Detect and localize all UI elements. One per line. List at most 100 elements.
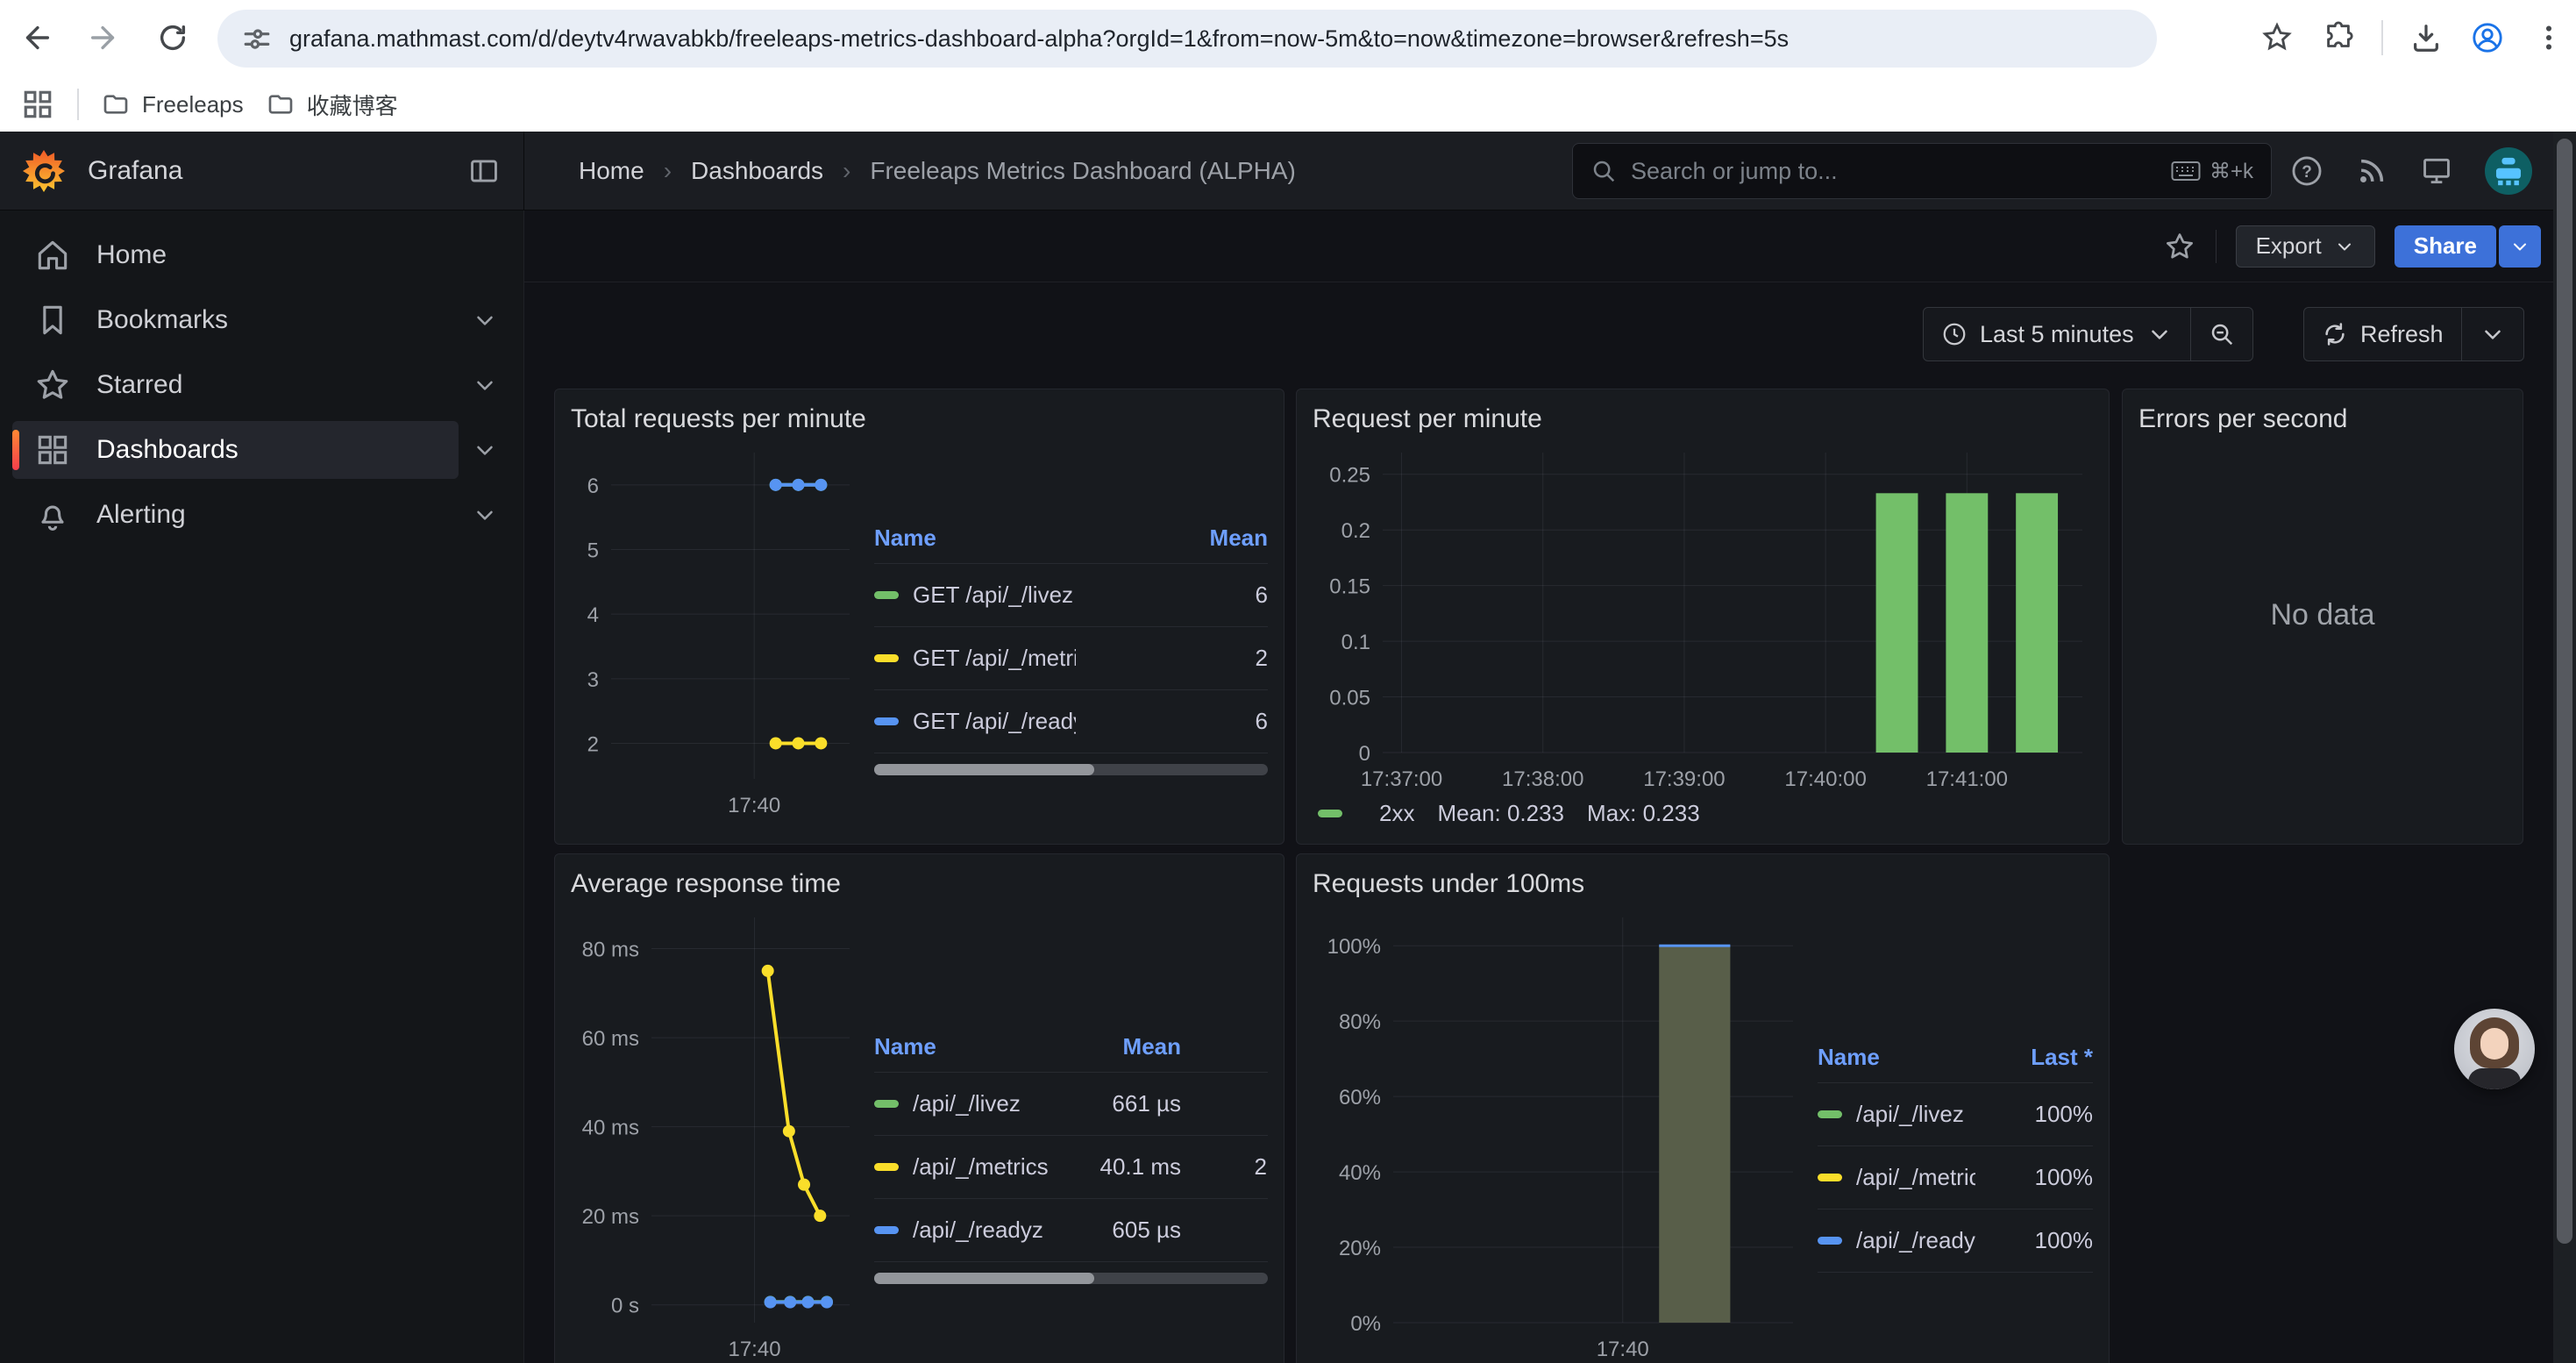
sidebar-item-home[interactable]: Home — [12, 226, 511, 284]
chevron-down-icon[interactable] — [459, 307, 511, 333]
bookmark-icon — [33, 301, 72, 339]
series-color-chip — [874, 1163, 899, 1171]
svg-text:60%: 60% — [1339, 1086, 1381, 1110]
panel-title[interactable]: Request per minute — [1313, 402, 2093, 442]
svg-text:80%: 80% — [1339, 1010, 1381, 1034]
svg-text:20 ms: 20 ms — [582, 1205, 639, 1229]
legend-table: NameMean GET /api/_/livez6GET /api/_/metr… — [874, 513, 1268, 775]
refresh-interval-dropdown[interactable] — [2461, 308, 2523, 360]
chevron-down-icon — [2480, 321, 2506, 347]
site-settings-icon[interactable] — [242, 24, 272, 54]
breadcrumb-dashboards[interactable]: Dashboards — [691, 157, 823, 185]
chevron-down-icon[interactable] — [459, 502, 511, 528]
legend-row[interactable]: GET /api/_/readyz6 — [874, 690, 1268, 753]
legend-row[interactable]: /api/_/livez100% — [1818, 1083, 2093, 1146]
legend-column-header[interactable]: Mean — [1076, 1033, 1181, 1060]
address-bar[interactable]: grafana.mathmast.com/d/deytv4rwavabkb/fr… — [217, 10, 2157, 68]
panel-title[interactable]: Errors per second — [2138, 402, 2507, 442]
menu-kebab-icon[interactable] — [2530, 19, 2567, 56]
scrollbar-thumb[interactable] — [2557, 139, 2572, 1244]
chevron-down-icon[interactable] — [459, 437, 511, 463]
svg-text:0.1: 0.1 — [1341, 631, 1370, 654]
legend-column-header[interactable]: Name — [874, 1033, 1076, 1060]
legend-column-header[interactable]: Last * — [1975, 1044, 2093, 1071]
home-icon — [33, 236, 72, 275]
chevron-down-icon — [2146, 321, 2173, 347]
sidebar-toggle-icon[interactable] — [467, 154, 501, 188]
request-per-minute-chart[interactable]: 0.250.20.150.10.05017:37:0017:38:0017:39… — [1313, 442, 2093, 793]
refresh-button[interactable]: Refresh — [2304, 308, 2461, 360]
panel-average-response-time: Average response time 80 ms60 ms40 ms20 … — [554, 853, 1284, 1363]
breadcrumb-home[interactable]: Home — [579, 157, 644, 185]
legend-column-header[interactable]: Mean — [1076, 525, 1268, 552]
grafana-logo[interactable] — [23, 150, 65, 192]
dashboard-toolbar: Export Share — [524, 211, 2576, 282]
page-scrollbar[interactable] — [2553, 132, 2576, 1363]
chevron-down-icon[interactable] — [459, 372, 511, 398]
legend-column-header[interactable]: Name — [874, 525, 1076, 552]
svg-text:?: ? — [2302, 163, 2312, 182]
bookmark-folder-blogs[interactable]: 收藏博客 — [267, 89, 398, 121]
url-text[interactable]: grafana.mathmast.com/d/deytv4rwavabkb/fr… — [289, 25, 1789, 53]
legend-row[interactable]: /api/_/metrics100% — [1818, 1146, 2093, 1210]
search-box[interactable]: ⌘+k — [1572, 143, 2272, 199]
svg-text:17:38:00: 17:38:00 — [1502, 767, 1583, 791]
user-avatar[interactable] — [2485, 147, 2532, 195]
requests-under-100ms-chart[interactable]: 100%80%60%40%20%0%17:40 — [1313, 907, 1804, 1363]
legend-row[interactable]: GET /api/_/metrics2 — [874, 627, 1268, 690]
bookmark-folder-freeleaps[interactable]: Freeleaps — [102, 90, 244, 118]
toolbar-divider — [2381, 20, 2383, 55]
series-color-chip — [874, 1226, 899, 1234]
favorite-star-icon[interactable] — [2163, 230, 2196, 263]
sidebar-item-alerting[interactable]: Alerting — [12, 486, 511, 544]
chevron-down-icon — [2334, 236, 2355, 257]
share-button[interactable]: Share — [2395, 225, 2496, 268]
panel-title[interactable]: Total requests per minute — [571, 402, 1268, 442]
svg-text:60 ms: 60 ms — [582, 1027, 639, 1051]
legend-row[interactable]: /api/_/livez661 µs646 — [874, 1073, 1268, 1136]
svg-text:6: 6 — [587, 475, 599, 498]
sidebar-item-label: Dashboards — [96, 435, 238, 465]
legend-scrollbar[interactable] — [874, 1273, 1268, 1284]
legend-row[interactable]: /api/_/readyz605 µs620 — [874, 1199, 1268, 1262]
legend-row[interactable]: /api/_/readyz100% — [1818, 1210, 2093, 1273]
extensions-icon[interactable] — [2320, 19, 2357, 56]
back-icon[interactable] — [18, 19, 54, 56]
help-icon[interactable]: ? — [2290, 154, 2323, 188]
zoom-out-button[interactable] — [2190, 308, 2252, 360]
profile-icon[interactable] — [2469, 19, 2506, 56]
sidebar-item-dashboards[interactable]: Dashboards — [12, 421, 511, 479]
share-dropdown-button[interactable] — [2499, 225, 2541, 268]
news-rss-icon[interactable] — [2355, 154, 2388, 188]
svg-text:0.05: 0.05 — [1329, 687, 1370, 710]
legend-row[interactable]: /api/_/metrics40.1 ms20.5 r — [874, 1136, 1268, 1199]
panel-title[interactable]: Requests under 100ms — [1313, 867, 2093, 907]
legend-column-header[interactable]: Las — [1181, 1033, 1268, 1060]
legend-row[interactable]: GET /api/_/livez6 — [874, 564, 1268, 627]
panel-title[interactable]: Average response time — [571, 867, 1268, 907]
reload-icon[interactable] — [154, 19, 191, 56]
apps-grid-icon[interactable] — [21, 88, 54, 121]
sidebar-item-starred[interactable]: Starred — [12, 356, 511, 414]
export-button[interactable]: Export — [2236, 225, 2375, 268]
bookmark-star-icon[interactable] — [2259, 19, 2295, 56]
series-color-chip — [874, 717, 899, 725]
sidebar-item-bookmarks[interactable]: Bookmarks — [12, 291, 511, 349]
total-requests-chart[interactable]: 6543217:40 — [571, 442, 860, 819]
legend-table: NameLast * /api/_/livez100%/api/_/metrics… — [1818, 1032, 2093, 1273]
download-icon[interactable] — [2408, 19, 2444, 56]
no-data-message: No data — [2123, 598, 2523, 632]
legend-scrollbar[interactable] — [874, 764, 1268, 775]
svg-text:5: 5 — [587, 539, 599, 562]
avatar-body — [2468, 1068, 2521, 1089]
svg-text:20%: 20% — [1339, 1237, 1381, 1260]
legend-inline[interactable]: 2xx Mean: 0.233 Max: 0.233 — [1313, 800, 2093, 827]
forward-icon[interactable] — [86, 19, 123, 56]
floating-assistant-avatar[interactable] — [2454, 1009, 2535, 1089]
search-input[interactable] — [1631, 158, 2157, 185]
legend-column-header[interactable]: Name — [1818, 1044, 1975, 1071]
time-range-picker[interactable]: Last 5 minutes — [1924, 308, 2190, 360]
kiosk-monitor-icon[interactable] — [2420, 154, 2453, 188]
average-response-time-chart[interactable]: 80 ms60 ms40 ms20 ms0 s17:40 — [571, 907, 860, 1363]
svg-text:17:40: 17:40 — [728, 794, 780, 817]
